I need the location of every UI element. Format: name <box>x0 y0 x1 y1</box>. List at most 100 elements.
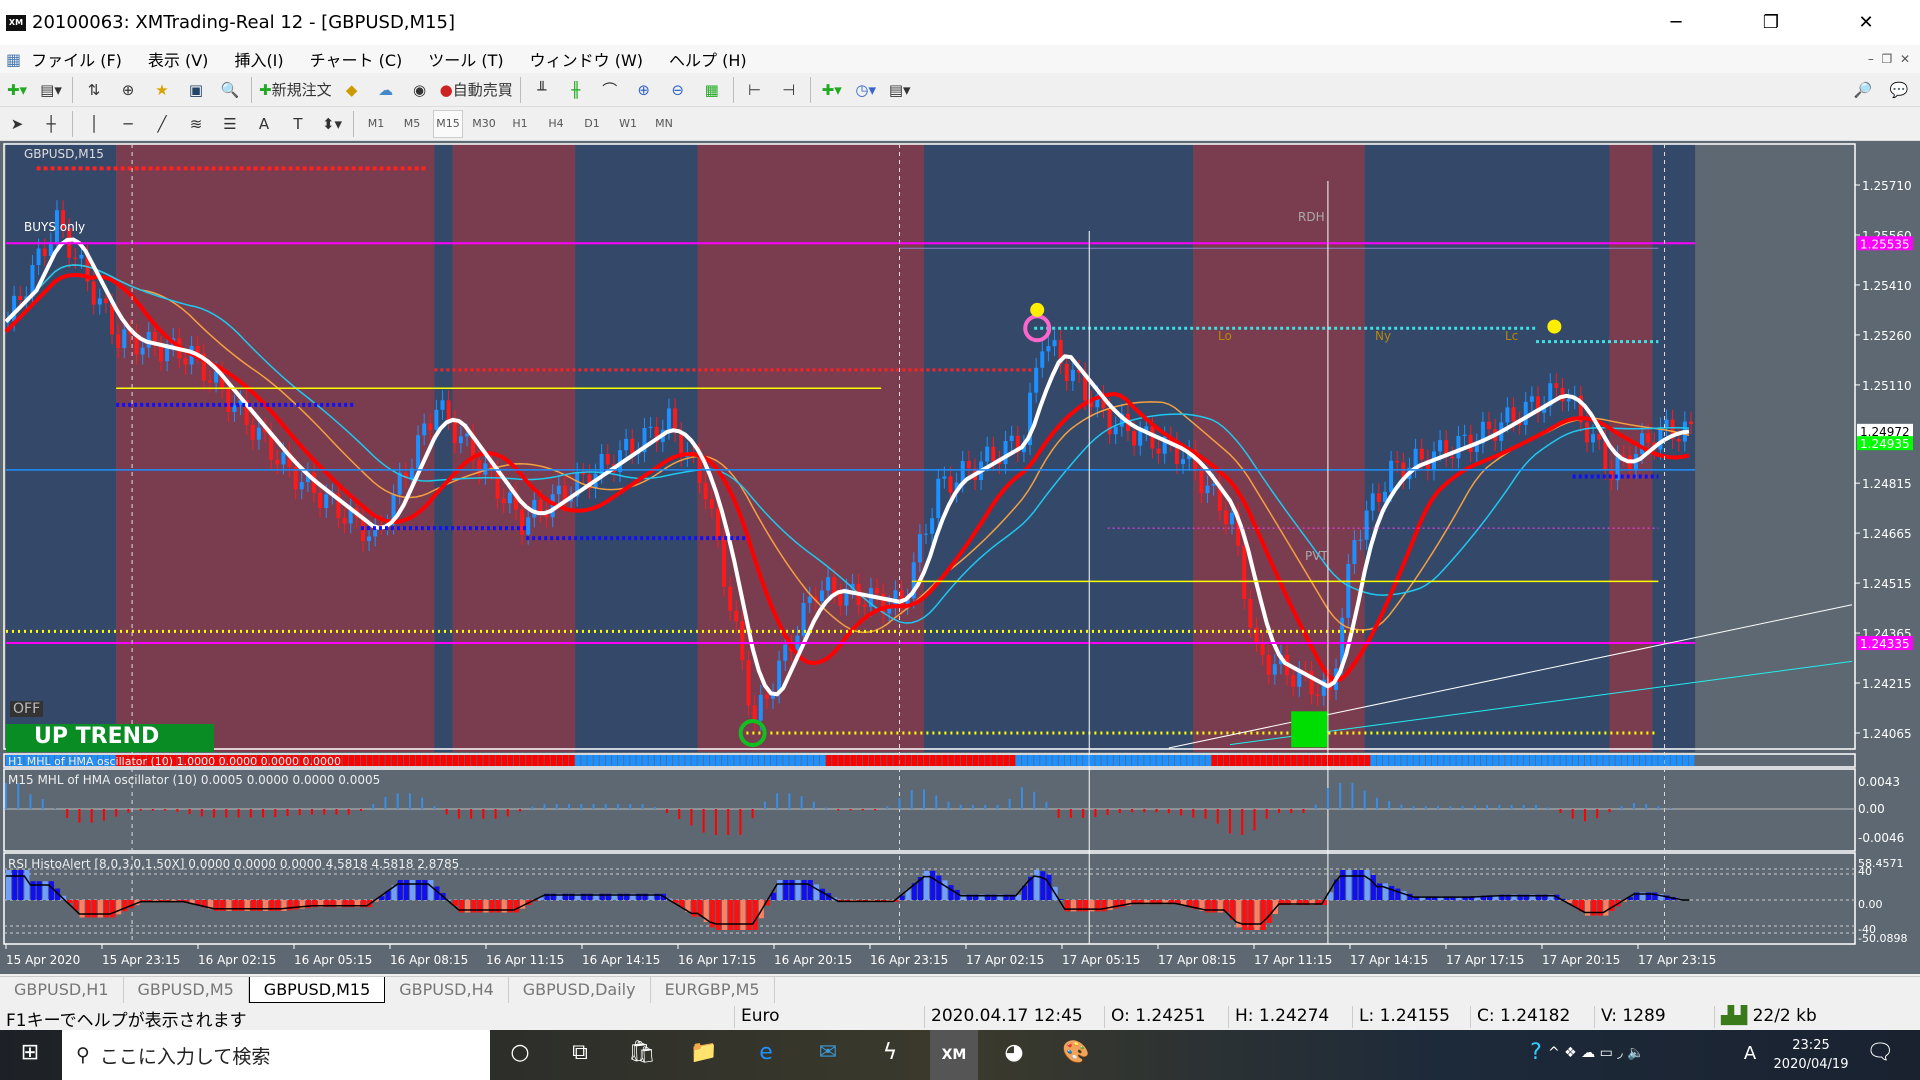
fibo-fan-icon[interactable]: ≋ <box>182 110 210 138</box>
h1-oscillator-bar <box>1132 755 1138 766</box>
mail-icon[interactable]: ✉ <box>808 1040 848 1065</box>
auto-trade-button[interactable]: ● 自動売買 <box>440 76 513 104</box>
tester-icon[interactable]: 🔍 <box>216 76 244 104</box>
horizontal-line-icon[interactable]: ─ <box>114 110 142 138</box>
terminal-icon[interactable]: ▣ <box>182 76 210 104</box>
chart-tab[interactable]: GBPUSD,M15 <box>248 977 386 1003</box>
chart-tab[interactable]: EURGBP,M5 <box>651 977 775 1003</box>
bar-chart-icon[interactable]: ╨ <box>528 76 556 104</box>
line-chart-icon[interactable]: ⌒ <box>596 76 624 104</box>
fibo-retracement-icon[interactable]: ☰ <box>216 110 244 138</box>
indicators-icon[interactable]: ✚▾ <box>818 76 846 104</box>
menu-insert[interactable]: 挿入(I) <box>234 47 283 71</box>
menu-tools[interactable]: ツール (T) <box>428 47 503 71</box>
zoom-in-icon[interactable]: ⊕ <box>630 76 658 104</box>
menu-view[interactable]: 表示 (V) <box>148 47 209 71</box>
market-watch-icon[interactable]: ⇅ <box>80 76 108 104</box>
h1-oscillator-bar <box>391 755 397 766</box>
candle-body <box>1689 421 1693 425</box>
session-band <box>434 144 453 752</box>
mdi-controls[interactable]: – ❐ ✕ <box>1868 52 1910 66</box>
chart-tab[interactable]: GBPUSD,H1 <box>0 977 124 1003</box>
chart-window[interactable]: 1.25710 1.25560 1.25410 1.25260 1.25110 1.248… <box>0 141 1920 974</box>
crosshair-icon[interactable]: ┼ <box>37 110 65 138</box>
search-icon[interactable]: 🔎 <box>1849 76 1877 104</box>
profiles-icon[interactable]: ▤▾ <box>37 76 65 104</box>
candle-body <box>764 694 769 699</box>
timeframe-m30[interactable]: M30 <box>469 110 499 138</box>
menu-help[interactable]: ヘルプ (H) <box>669 47 747 71</box>
timeframe-mn[interactable]: MN <box>649 110 679 138</box>
new-chart-icon[interactable]: ✚▾ <box>3 76 31 104</box>
rsi-bar <box>1266 900 1272 923</box>
trendline-icon[interactable]: ╱ <box>148 110 176 138</box>
signals-icon[interactable]: ☁ <box>372 76 400 104</box>
candlestick-icon[interactable]: ╫ <box>562 76 590 104</box>
market-icon[interactable]: ◉ <box>406 76 434 104</box>
menu-window[interactable]: ウィンドウ (W) <box>530 47 643 71</box>
text-label-icon[interactable]: T <box>284 110 312 138</box>
notifications-icon[interactable]: 🗨 <box>1860 1040 1900 1065</box>
price-chart[interactable]: 1.257101.255601.254101.252601.251101.248… <box>0 141 1920 974</box>
menu-chart[interactable]: チャート (C) <box>310 47 403 71</box>
off-button[interactable]: OFF <box>10 701 44 717</box>
cursor-icon[interactable]: ➤ <box>3 110 31 138</box>
chart-shift-icon[interactable]: ⊣ <box>775 76 803 104</box>
h1-oscillator-bar <box>1505 755 1511 766</box>
data-window-icon[interactable]: ⊕ <box>114 76 142 104</box>
chart-tab[interactable]: GBPUSD,M5 <box>124 977 249 1003</box>
chat-icon[interactable]: 💬 <box>1885 76 1913 104</box>
chart-tab[interactable]: GBPUSD,Daily <box>509 977 651 1003</box>
timeframe-h1[interactable]: H1 <box>505 110 535 138</box>
xm-mt4-icon[interactable]: XM <box>930 1030 978 1080</box>
h1-oscillator-bar <box>373 755 379 766</box>
chrome-icon[interactable]: ◕ <box>994 1040 1034 1065</box>
h1-oscillator-bar <box>1260 755 1266 766</box>
close-button[interactable]: ✕ <box>1820 0 1912 45</box>
periods-icon[interactable]: ◷▾ <box>852 76 880 104</box>
tile-windows-icon[interactable]: ▦ <box>698 76 726 104</box>
cortana-icon[interactable]: ○ <box>500 1040 540 1065</box>
new-order-button[interactable]: ✚ 新規注文 <box>259 76 332 104</box>
timeframe-m1[interactable]: M1 <box>361 110 391 138</box>
candle-body <box>1462 434 1467 436</box>
ime-indicator[interactable]: A <box>1730 1043 1770 1064</box>
arrows-icon[interactable]: ⬍▾ <box>318 110 346 138</box>
h1-oscillator-bar <box>1266 755 1273 766</box>
candle-body <box>966 461 971 469</box>
clock[interactable]: 23:25 2020/04/19 <box>1766 1036 1856 1074</box>
vertical-line-icon[interactable]: │ <box>80 110 108 138</box>
navigator-icon[interactable]: ★ <box>148 76 176 104</box>
paint-icon[interactable]: 🎨 <box>1056 1040 1096 1065</box>
metaeditor-icon[interactable]: ◆ <box>338 76 366 104</box>
templates-icon[interactable]: ▤▾ <box>886 76 914 104</box>
restore-button[interactable]: ❐ <box>1725 0 1817 45</box>
edge-icon[interactable]: e <box>746 1040 786 1065</box>
h1-oscillator-bar <box>1058 755 1064 766</box>
minimize-button[interactable]: ─ <box>1630 0 1722 45</box>
timeframe-m15[interactable]: M15 <box>433 109 463 138</box>
explorer-icon[interactable]: 📁 <box>684 1040 724 1065</box>
timeframe-d1[interactable]: D1 <box>577 110 607 138</box>
store-icon[interactable]: 🛍 <box>622 1040 662 1065</box>
window-title: 20100063: XMTrading-Real 12 - [GBPUSD,M1… <box>32 12 455 33</box>
task-view-icon[interactable]: ⧉ <box>560 1040 600 1065</box>
tray-icons[interactable]: ^ ❖ ☁ ▭ ◞ 🔈 <box>1548 1045 1738 1061</box>
timeframe-h4[interactable]: H4 <box>541 110 571 138</box>
app-icon[interactable]: ϟ <box>870 1040 910 1065</box>
start-icon[interactable]: ⊞ <box>10 1040 50 1065</box>
candle-body <box>1254 627 1259 643</box>
rsi-bar <box>752 900 758 930</box>
h1-oscillator-bar <box>1676 755 1683 766</box>
zoom-out-icon[interactable]: ⊖ <box>664 76 692 104</box>
chart-tab[interactable]: GBPUSD,H4 <box>385 977 509 1003</box>
h1-oscillator-bar <box>795 755 801 766</box>
timeframe-m5[interactable]: M5 <box>397 110 427 138</box>
candle-body <box>1205 485 1210 494</box>
timeframe-w1[interactable]: W1 <box>613 110 643 138</box>
taskbar-search[interactable]: ⚲ ここに入力して検索 <box>62 1030 490 1080</box>
h1-oscillator-bar <box>379 755 385 766</box>
menu-file[interactable]: ファイル (F) <box>31 47 122 71</box>
text-icon[interactable]: A <box>250 110 278 138</box>
autoscroll-icon[interactable]: ⊢ <box>741 76 769 104</box>
